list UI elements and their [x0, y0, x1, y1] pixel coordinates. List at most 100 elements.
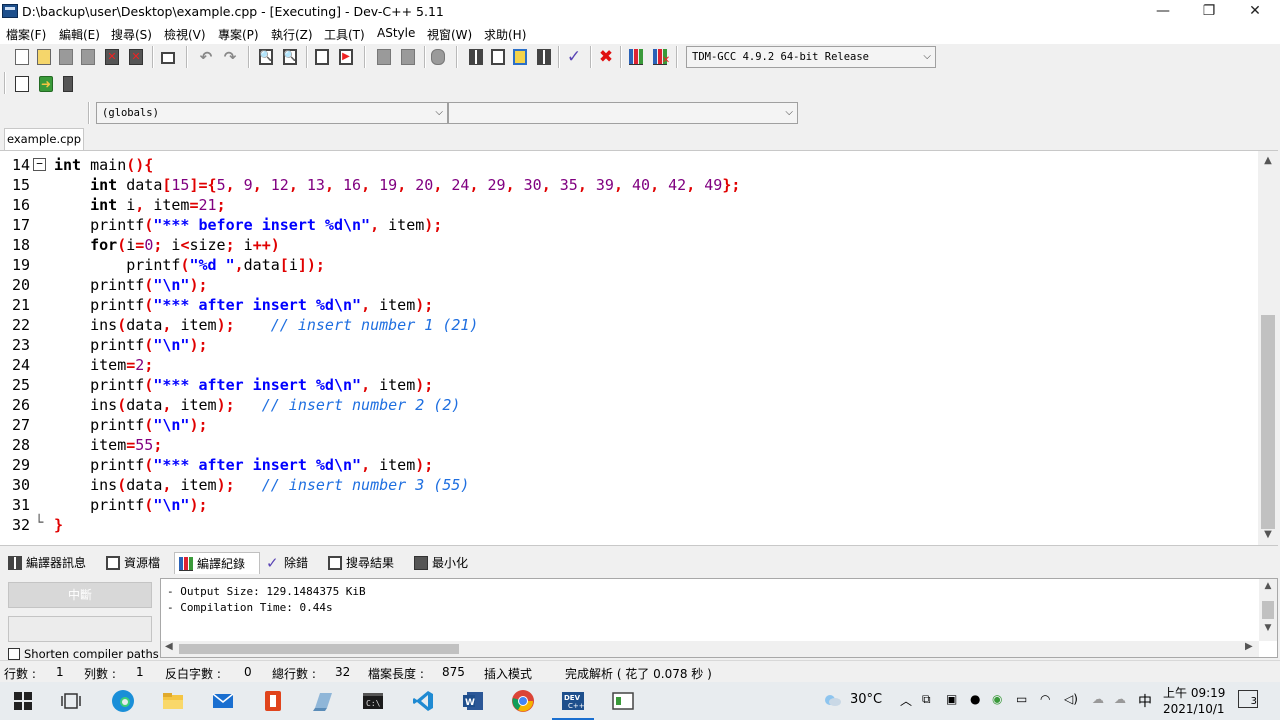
mail-icon[interactable] — [210, 688, 236, 714]
code-line[interactable]: 21 printf("*** after insert %d\n", item)… — [0, 295, 1260, 315]
compile-log-output[interactable]: - Output Size: 129.1484375 KiB - Compila… — [160, 578, 1278, 658]
code-line[interactable]: 15 int data[15]={5, 9, 12, 13, 16, 19, 2… — [0, 175, 1260, 195]
code-line[interactable]: 29 printf("*** after insert %d\n", item)… — [0, 455, 1260, 475]
microphone-icon[interactable]: ● — [970, 692, 980, 706]
chrome-icon[interactable] — [510, 688, 536, 714]
cloud-icon[interactable]: ☁ — [1092, 692, 1104, 706]
scroll-up-icon[interactable]: ▲ — [1259, 581, 1277, 591]
vscode-icon[interactable] — [410, 688, 436, 714]
undo-icon[interactable]: ↶ — [196, 47, 216, 67]
menu-file[interactable]: 檔案(F) — [6, 26, 46, 43]
code-line[interactable]: 16 int i, item=21; — [0, 195, 1260, 215]
tray-app-icon[interactable]: ⧉ — [922, 692, 931, 707]
scrollbar-thumb[interactable] — [1261, 315, 1275, 529]
run-icon[interactable] — [488, 47, 508, 67]
scroll-down-icon[interactable]: ▼ — [1258, 529, 1278, 540]
notes-app-icon[interactable] — [310, 688, 336, 714]
code-line[interactable]: 17 printf("*** before insert %d\n", item… — [0, 215, 1260, 235]
code-line[interactable]: 31 printf("\n"); — [0, 495, 1260, 515]
abort-compilation-button[interactable]: 中斷 — [8, 582, 152, 608]
insert-icon[interactable] — [12, 74, 32, 94]
edge-browser-icon[interactable] — [110, 688, 136, 714]
menu-project[interactable]: 專案(P) — [218, 26, 259, 43]
close-all-icon[interactable]: ✕ — [126, 47, 146, 67]
profile-icon[interactable] — [626, 47, 646, 67]
menu-execute[interactable]: 執行(Z) — [271, 26, 313, 43]
goto-line-icon[interactable] — [312, 47, 332, 67]
tab-compiler-messages[interactable]: 編譯器訊息 — [4, 552, 98, 574]
file-explorer-icon[interactable] — [160, 688, 186, 714]
log-horizontal-scrollbar[interactable]: ◀ ▶ — [161, 641, 1259, 657]
replace-icon[interactable]: 🔍 — [280, 47, 300, 67]
scrollbar-thumb[interactable] — [179, 644, 459, 654]
scroll-up-icon[interactable]: ▲ — [1258, 155, 1278, 166]
code-line[interactable]: 24 item=2; — [0, 355, 1260, 375]
weather-temperature[interactable]: 30°C — [850, 692, 882, 707]
weather-icon[interactable] — [822, 692, 842, 711]
maximize-button[interactable]: ❐ — [1186, 0, 1232, 24]
menu-window[interactable]: 視窗(W) — [427, 26, 472, 43]
goto-icon[interactable]: ➜ — [36, 74, 56, 94]
code-line[interactable]: 22 ins(data, item); // insert number 1 (… — [0, 315, 1260, 335]
save-all-icon[interactable] — [78, 47, 98, 67]
toggle-bookmark-icon[interactable]: ▶ — [336, 47, 356, 67]
code-line[interactable]: 32 └} — [0, 515, 1260, 535]
code-line[interactable]: 25 printf("*** after insert %d\n", item)… — [0, 375, 1260, 395]
code-line[interactable]: 23 printf("\n"); — [0, 335, 1260, 355]
toggle-icon[interactable] — [58, 74, 78, 94]
new-file-icon[interactable] — [12, 47, 32, 67]
scroll-left-icon[interactable]: ◀ — [165, 641, 173, 652]
devcpp-taskbar-icon[interactable]: DEV C++ — [552, 688, 594, 720]
cloud-sync-icon[interactable]: ☁ — [1114, 692, 1126, 706]
open-file-icon[interactable] — [34, 47, 54, 67]
volume-icon[interactable]: ◁) — [1064, 692, 1078, 706]
scrollbar-thumb[interactable] — [1262, 601, 1274, 619]
editor-vertical-scrollbar[interactable]: ▲ ▼ — [1258, 151, 1278, 545]
ime-indicator[interactable]: 中 — [1138, 691, 1152, 711]
class-select[interactable]: (globals) ⌵ — [96, 102, 448, 124]
menu-edit[interactable]: 編輯(E) — [59, 26, 100, 43]
compiler-select[interactable]: TDM-GCC 4.9.2 64-bit Release ⌵ — [686, 46, 936, 68]
redo-icon[interactable]: ↷ — [220, 47, 240, 67]
code-line[interactable]: 30 ins(data, item); // insert number 3 (… — [0, 475, 1260, 495]
fold-collapse-icon[interactable]: − — [33, 158, 46, 171]
console-window-icon[interactable]: C:\ — [360, 688, 386, 714]
unindent-icon[interactable] — [374, 47, 394, 67]
log-vertical-scrollbar[interactable]: ▲ ▼ — [1259, 579, 1277, 641]
minimize-button[interactable]: — — [1140, 0, 1186, 24]
tab-minimize[interactable]: 最小化 — [410, 552, 476, 574]
word-icon[interactable]: W — [460, 688, 486, 714]
code-line[interactable]: 26 ins(data, item); // insert number 2 (… — [0, 395, 1260, 415]
office-icon[interactable] — [260, 688, 286, 714]
code-line[interactable]: 19 printf("%d ",data[i]); — [0, 255, 1260, 275]
tab-debug[interactable]: ✓ 除錯 — [262, 552, 320, 574]
tray-screenshot-icon[interactable]: ▣ — [946, 692, 957, 706]
code-line[interactable]: 18 for(i=0; i<size; i++) — [0, 235, 1260, 255]
task-view-icon[interactable] — [58, 688, 84, 714]
save-icon[interactable] — [56, 47, 76, 67]
close-window-button[interactable]: ✕ — [1232, 0, 1278, 24]
stop-execution-icon[interactable]: ✖ — [596, 47, 616, 67]
scroll-down-icon[interactable]: ▼ — [1259, 623, 1277, 633]
editor-tab-example-cpp[interactable]: example.cpp — [4, 128, 84, 150]
tab-resources[interactable]: 資源檔 — [102, 552, 172, 574]
tab-find-results[interactable]: 搜尋結果 — [324, 552, 406, 574]
compile-run-icon[interactable] — [510, 47, 530, 67]
code-line[interactable]: 28 item=55; — [0, 435, 1260, 455]
code-line[interactable]: 14− int main(){ — [0, 155, 1260, 175]
comment-icon[interactable] — [428, 47, 448, 67]
code-line[interactable]: 27 printf("\n"); — [0, 415, 1260, 435]
scroll-right-icon[interactable]: ▶ — [1245, 641, 1253, 652]
code-line[interactable]: 20 printf("\n"); — [0, 275, 1260, 295]
program-window-icon[interactable] — [610, 688, 636, 714]
syntax-check-icon[interactable]: ✓ — [564, 47, 584, 67]
menu-tools[interactable]: 工具(T) — [324, 26, 365, 43]
member-select[interactable]: ⌵ — [448, 102, 798, 124]
menu-astyle[interactable]: AStyle — [377, 26, 415, 40]
battery-icon[interactable]: ▭ — [1016, 692, 1027, 706]
shorten-paths-checkbox[interactable] — [8, 648, 20, 660]
menu-search[interactable]: 搜尋(S) — [111, 26, 152, 43]
print-icon[interactable] — [158, 47, 178, 67]
rebuild-icon[interactable] — [534, 47, 554, 67]
close-file-icon[interactable]: ✕ — [102, 47, 122, 67]
